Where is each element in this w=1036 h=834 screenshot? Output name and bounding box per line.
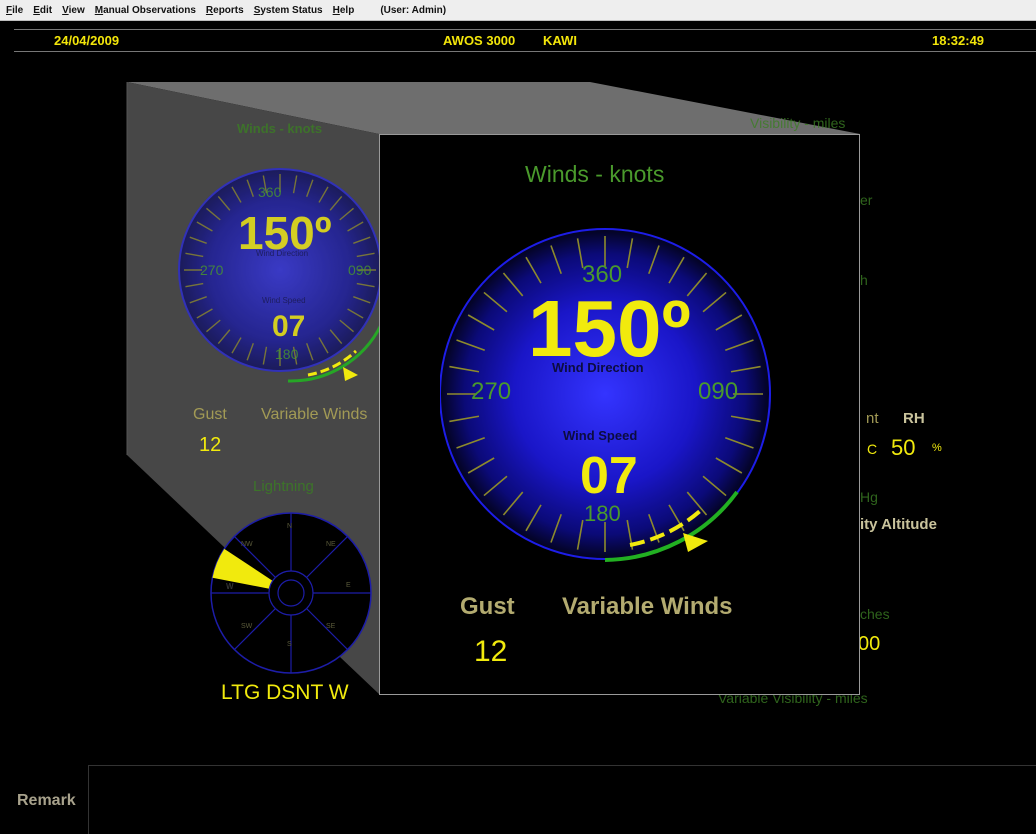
density-altitude-label: ity Altitude <box>860 516 937 533</box>
visibility-title: Visibility - miles <box>750 115 846 131</box>
inches-value-fragment: 00 <box>858 633 881 655</box>
bg-fragment-h: h <box>860 272 868 288</box>
lightning-sector-n: N <box>287 523 293 530</box>
temp-unit: C <box>867 441 878 457</box>
dial-label-090: 090 <box>698 378 739 405</box>
pressure-unit-fragment: Hg <box>860 489 878 505</box>
wind-speed-label: Wind Speed <box>563 428 638 443</box>
lightning-sector-w: W <box>226 582 234 591</box>
bg-gust-label: Gust <box>193 406 227 423</box>
lightning-sector-e: E <box>346 582 351 589</box>
bg-winds-title: Winds - knots <box>237 121 323 136</box>
bg-variable-winds-label: Variable Winds <box>261 406 368 423</box>
variable-winds-label: Variable Winds <box>562 593 733 620</box>
dewpoint-label-fragment: nt <box>866 410 879 427</box>
lightning-sector-nw: NW <box>241 541 253 548</box>
bg-fragment-er: er <box>860 192 873 208</box>
lightning-sector-se: SE <box>326 623 336 630</box>
ltg-distant-text: LTG DSNT W <box>221 681 349 704</box>
remark-label: Remark <box>17 792 76 809</box>
lightning-compass <box>210 512 372 674</box>
gust-label: Gust <box>460 593 515 620</box>
inches-label-fragment: ches <box>860 606 890 622</box>
bg-dial-w: 270 <box>200 262 224 278</box>
bg-wind-speed-value: 07 <box>272 310 306 343</box>
gust-value: 12 <box>474 635 508 668</box>
bg-dial-s: 180 <box>275 346 299 362</box>
rh-label: RH <box>903 410 925 427</box>
lightning-title: Lightning <box>253 478 314 495</box>
wind-speed-value: 07 <box>580 447 638 505</box>
bg-dial-n: 360 <box>258 184 282 200</box>
rh-unit: % <box>932 442 942 454</box>
lightning-sector-ne: NE <box>326 541 336 548</box>
winds-title: Winds - knots <box>525 161 665 187</box>
bg-dial-e: 090 <box>348 262 372 278</box>
bg-gust-value: 12 <box>199 434 222 456</box>
dial-label-270: 270 <box>471 378 512 405</box>
remark-input[interactable] <box>88 765 1036 834</box>
bg-wind-direction-label: Wind Direction <box>256 249 309 258</box>
bg-wind-speed-label: Wind Speed <box>262 296 306 305</box>
wind-direction-value: 150º <box>528 284 691 373</box>
winds-zoom-panel[interactable]: Winds - knots 360 270 090 180 150º Wind … <box>379 134 860 695</box>
lightning-sector-s: S <box>287 641 292 648</box>
rh-value: 50 <box>891 435 916 460</box>
lightning-sector-sw: SW <box>241 623 253 630</box>
wind-direction-label: Wind Direction <box>552 360 644 375</box>
